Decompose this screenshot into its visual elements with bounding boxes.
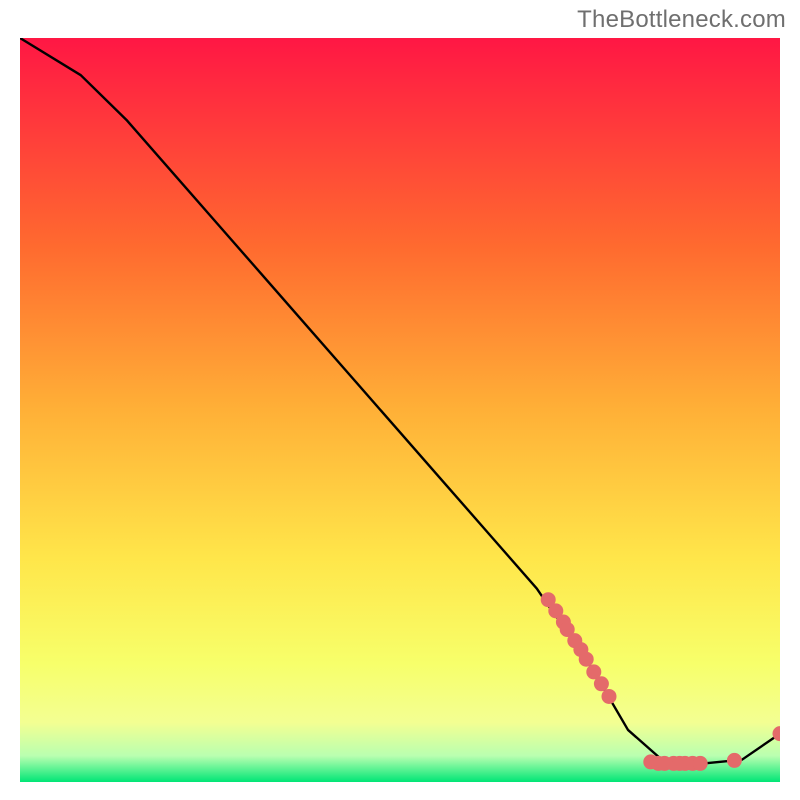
data-marker — [579, 652, 594, 667]
watermark-text: TheBottleneck.com — [577, 6, 786, 34]
chart-stage: TheBottleneck.com — [0, 0, 800, 800]
data-marker — [693, 756, 708, 771]
gradient-background — [20, 38, 780, 782]
data-marker — [602, 689, 617, 704]
data-marker — [727, 753, 742, 768]
chart-svg — [20, 38, 780, 782]
data-marker — [594, 676, 609, 691]
chart-plot-area — [20, 38, 780, 782]
